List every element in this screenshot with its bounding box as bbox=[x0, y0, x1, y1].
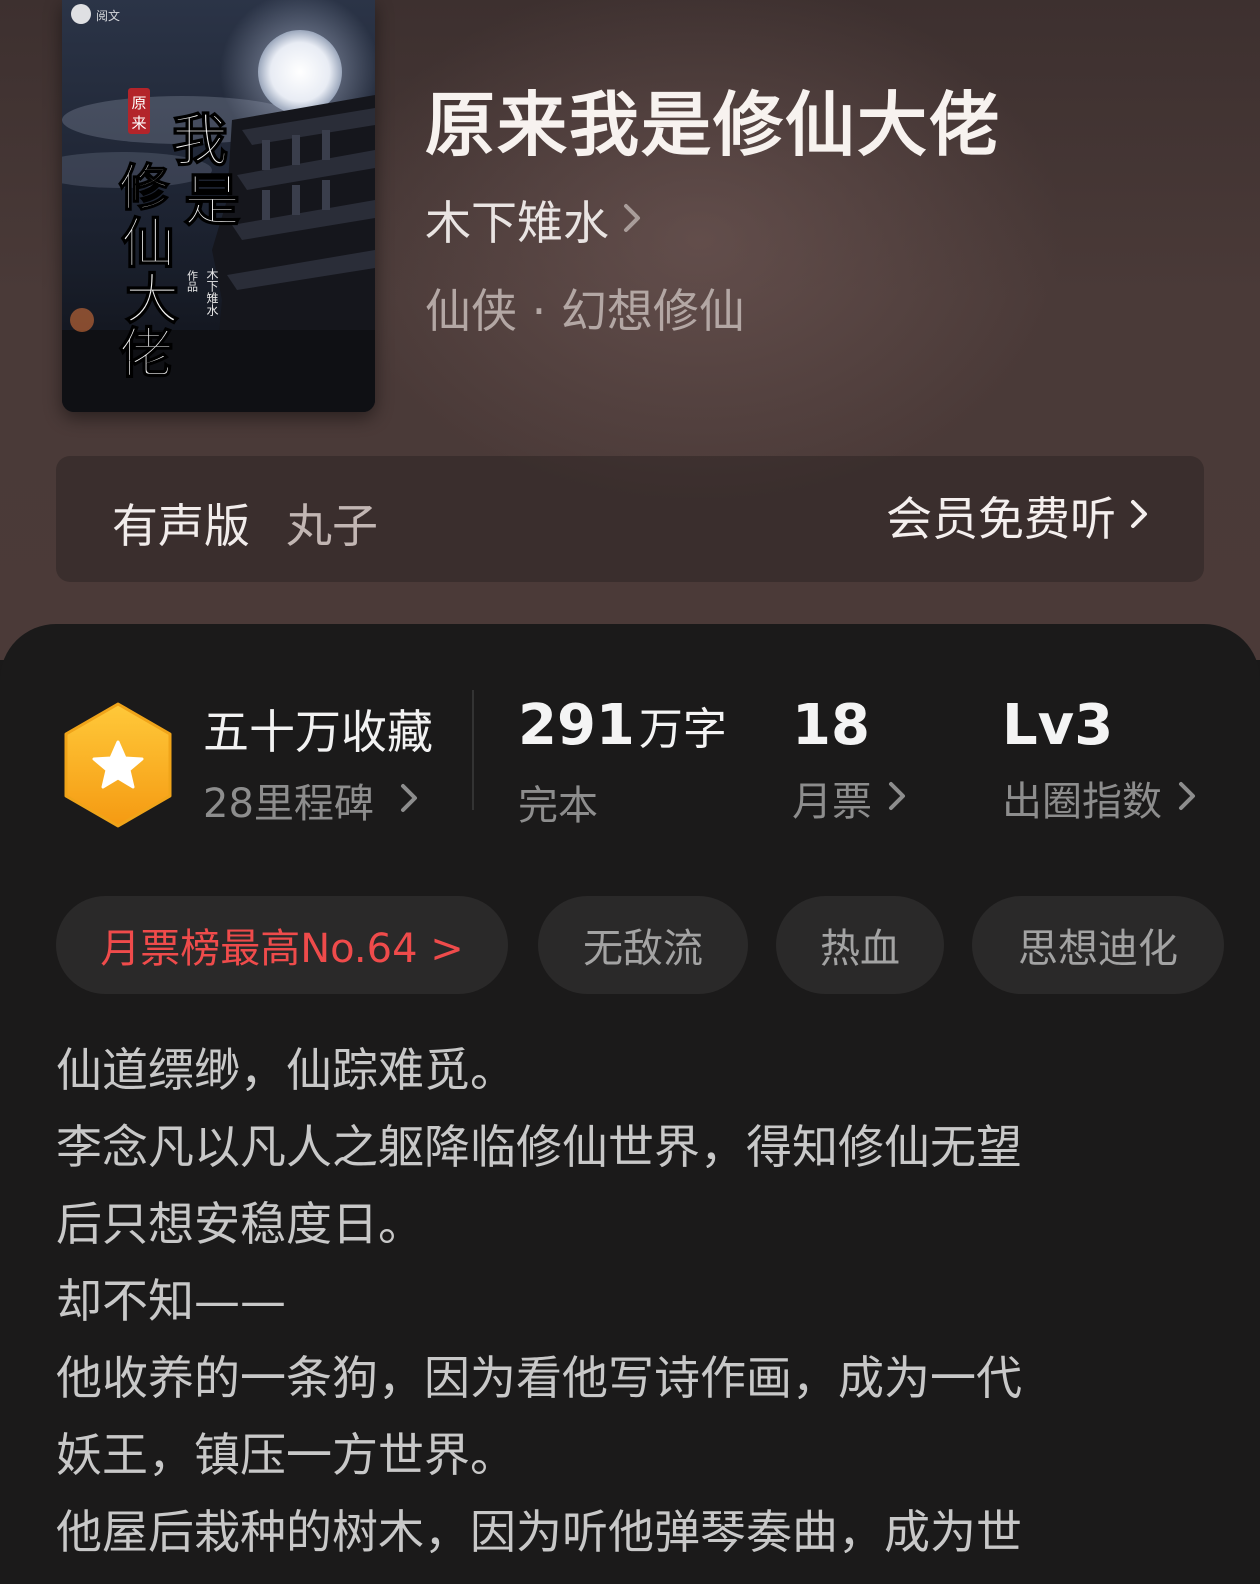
audio-edition-bar[interactable]: 有声版 丸子 会员免费听 bbox=[56, 456, 1204, 582]
chevron-right-icon bbox=[623, 203, 641, 237]
completion-status: 完本 bbox=[518, 783, 598, 829]
member-free-listen-label: 会员免费听 bbox=[886, 492, 1116, 546]
favorites-star-badge-icon bbox=[62, 702, 174, 828]
monthly-ticket-label: 月票 bbox=[792, 779, 872, 825]
description-line: 他屋后栽种的树木，因为听他弹琴奏曲，成为世 bbox=[56, 1505, 1022, 1559]
book-cover-art: 阅文 原 来 我 是 修 仙 大 佬 木下雉水 作品 bbox=[62, 0, 375, 412]
cover-title-char-6: 仙 bbox=[121, 211, 175, 275]
description-line: 仙道缥缈，仙踪难觅。 bbox=[56, 1043, 516, 1097]
description-line: 他收养的一条狗，因为看他写诗作画，成为一代 bbox=[56, 1351, 1022, 1405]
popularity-index-stat[interactable]: Lv3 出圈指数 bbox=[1002, 688, 1196, 828]
author-link[interactable]: 木下雉水 bbox=[425, 190, 641, 250]
cover-title-char-1: 原 bbox=[131, 94, 146, 112]
popularity-level-value: Lv3 bbox=[1002, 693, 1114, 758]
author-name: 木下雉水 bbox=[425, 196, 609, 250]
description-line: 李念凡以凡人之躯降临修仙世界，得知修仙无望 bbox=[56, 1120, 1022, 1174]
book-category: 仙侠 · 幻想修仙 bbox=[425, 284, 745, 338]
description-line: 却不知—— bbox=[56, 1274, 286, 1328]
cover-title-char-5: 修 bbox=[119, 158, 170, 217]
tag-item[interactable]: 思想迪化 bbox=[972, 896, 1224, 994]
chevron-right-icon bbox=[888, 781, 906, 815]
favorites-count: 五十万收藏 bbox=[203, 705, 433, 759]
book-info-panel: 五十万收藏 28里程碑 291万字 完本 18 月票 Lv3 出圈指数 月票榜最… bbox=[0, 624, 1260, 1584]
tag-monthly-rank[interactable]: 月票榜最高No.64 > bbox=[56, 896, 508, 994]
popularity-index-label: 出圈指数 bbox=[1002, 779, 1162, 825]
cover-title-char-2: 来 bbox=[131, 114, 146, 132]
monthly-ticket-stat[interactable]: 18 月票 bbox=[792, 688, 906, 828]
stats-divider bbox=[472, 690, 474, 810]
description-line: 妖王，镇压一方世界。 bbox=[56, 1428, 516, 1482]
book-description[interactable]: 仙道缥缈，仙踪难觅。 李念凡以凡人之躯降临修仙世界，得知修仙无望 后只想安稳度日… bbox=[56, 1032, 1216, 1571]
book-cover[interactable]: 阅文 原 来 我 是 修 仙 大 佬 木下雉水 作品 bbox=[62, 0, 375, 412]
cover-brand-text: 阅文 bbox=[96, 8, 120, 23]
audio-edition-label: 有声版 bbox=[112, 499, 250, 553]
chevron-right-icon bbox=[1178, 781, 1196, 815]
chevron-right-icon bbox=[400, 783, 418, 817]
description-line: 后只想安稳度日。 bbox=[56, 1197, 424, 1251]
cover-title-char-8: 佬 bbox=[119, 321, 173, 385]
word-count-value: 291 bbox=[518, 693, 635, 758]
cover-title-char-3: 我 bbox=[172, 108, 228, 174]
word-count-unit: 万字 bbox=[638, 704, 727, 755]
chevron-right-icon bbox=[1130, 499, 1148, 533]
cover-author-mark: 木下雉水 bbox=[205, 268, 219, 316]
cover-title-char-4: 是 bbox=[184, 168, 240, 234]
milestones-link[interactable]: 28里程碑 bbox=[203, 770, 418, 830]
monthly-ticket-value: 18 bbox=[792, 693, 870, 758]
book-header: 阅文 原 来 我 是 修 仙 大 佬 木下雉水 作品 原来我是修仙大佬 木下雉水… bbox=[0, 0, 1260, 660]
word-count-stat: 291万字 完本 bbox=[518, 688, 727, 832]
milestones-label: 28里程碑 bbox=[203, 781, 374, 827]
audio-narrator: 丸子 bbox=[286, 499, 378, 553]
cover-work-mark: 作品 bbox=[186, 270, 199, 292]
tag-item[interactable]: 无敌流 bbox=[538, 896, 748, 994]
book-title: 原来我是修仙大佬 bbox=[425, 83, 1001, 166]
tag-item[interactable]: 热血 bbox=[776, 896, 944, 994]
member-free-listen-link[interactable]: 会员免费听 bbox=[886, 484, 1148, 548]
